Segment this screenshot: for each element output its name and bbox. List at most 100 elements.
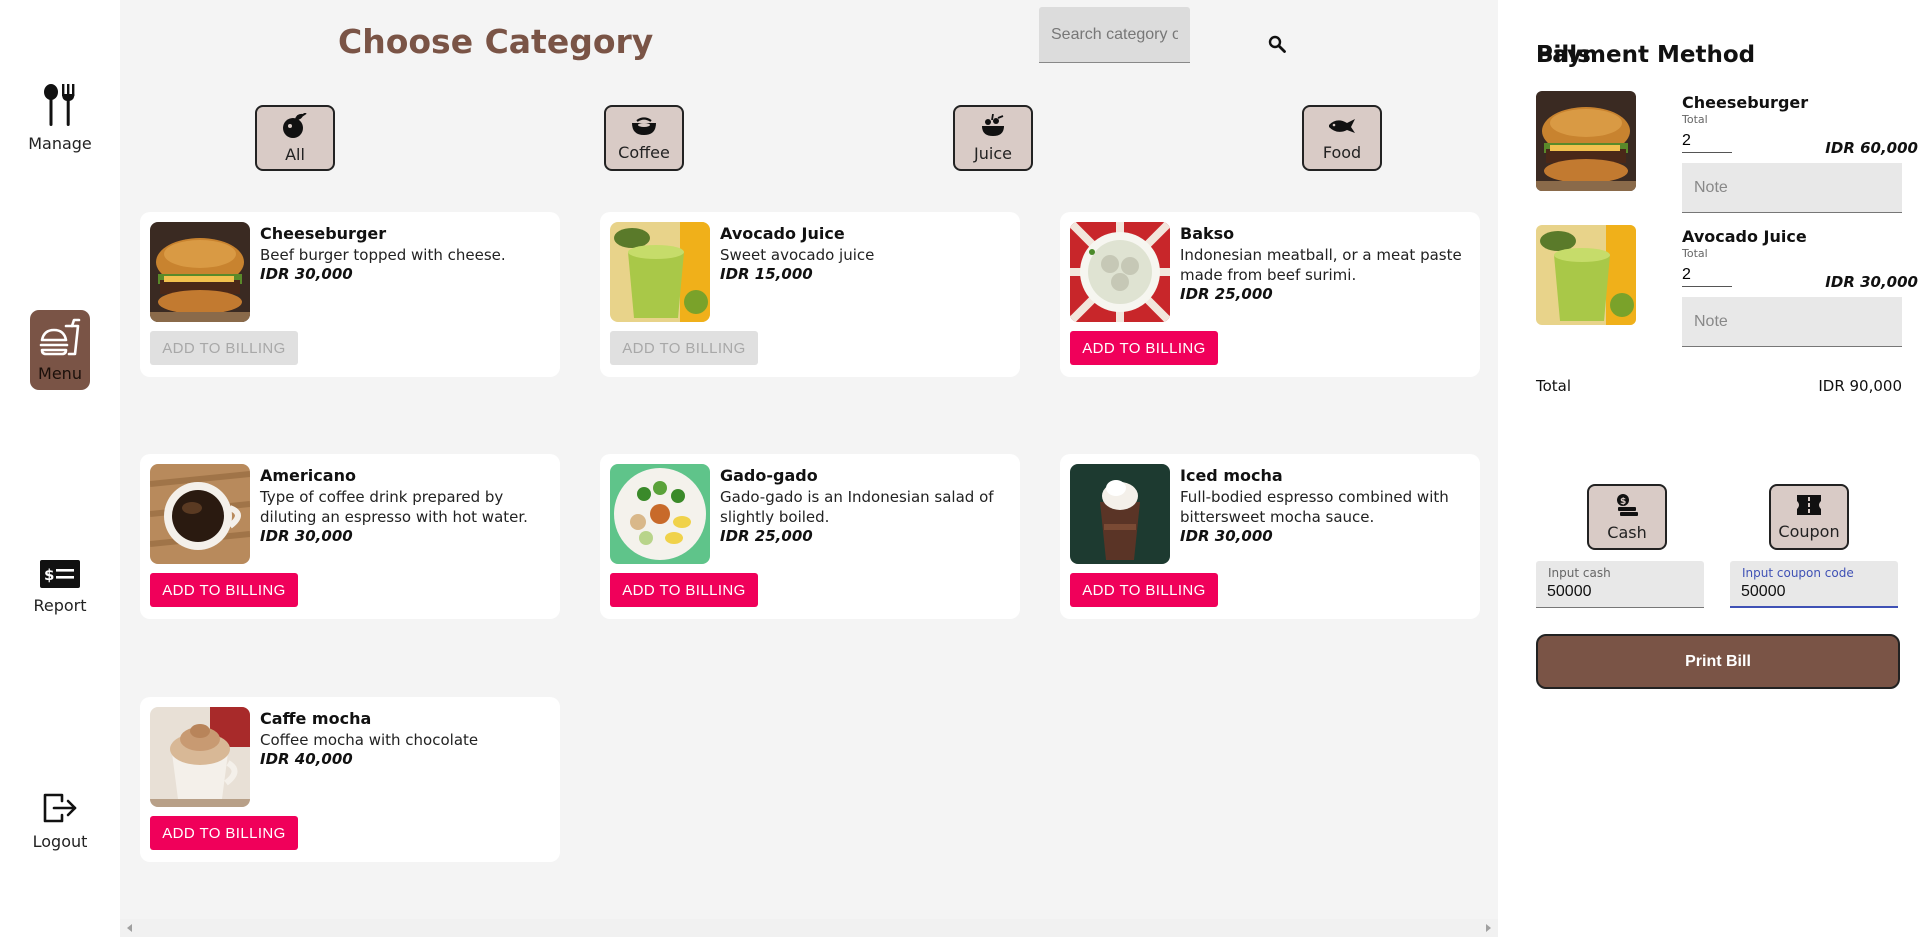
juice-icon <box>979 113 1007 142</box>
category-food[interactable]: Food <box>1302 105 1382 171</box>
search-input[interactable] <box>1039 7 1190 63</box>
food-icon <box>1327 115 1357 141</box>
bill-total-value: IDR 90,000 <box>1818 377 1902 395</box>
payment-cash-button[interactable]: $ Cash <box>1587 484 1667 550</box>
menu-area: Choose Category All Coffee Juice <box>120 0 1498 937</box>
pos-app: Manage Menu $ Report Logout Choose Categ… <box>0 0 1922 937</box>
cash-icon: $ <box>1614 493 1640 521</box>
category-label: Juice <box>974 143 1012 163</box>
menu-image <box>610 222 710 322</box>
menu-name: Bakso <box>1180 224 1235 243</box>
coupon-input[interactable] <box>1741 581 1891 603</box>
bill-item-qty-input[interactable] <box>1682 263 1732 287</box>
bill-item-name: Avocado Juice <box>1682 227 1807 246</box>
receipt-icon: $ <box>40 560 80 592</box>
menu-price: IDR 15,000 <box>720 265 813 283</box>
payment-method-title: Payment Method <box>1536 42 1756 68</box>
bill-item-price: IDR 30,000 <box>1825 273 1918 291</box>
add-to-billing-button[interactable]: ADD TO BILLING <box>1070 573 1218 607</box>
cash-field-label: Input cash <box>1548 566 1611 580</box>
sidebar-item-label: Manage <box>28 134 92 153</box>
bill-item-note-input[interactable] <box>1682 297 1902 347</box>
bill-item-price: IDR 60,000 <box>1825 139 1918 157</box>
payment-method-label: Cash <box>1607 522 1647 542</box>
search-button[interactable] <box>1265 34 1289 58</box>
menu-name: Caffe mocha <box>260 709 372 728</box>
bill-item-image <box>1536 91 1636 191</box>
coupon-field-label: Input coupon code <box>1742 566 1854 580</box>
sidebar-item-label: Logout <box>32 832 88 851</box>
add-to-billing-button[interactable]: ADD TO BILLING <box>1070 331 1218 365</box>
svg-text:$: $ <box>1620 497 1626 507</box>
menu-card: Caffe mocha Coffee mocha with chocolate … <box>140 697 560 862</box>
bill-item: Cheeseburger Total IDR 60,000 <box>1536 91 1918 221</box>
menu-image <box>1070 222 1170 322</box>
cash-input[interactable] <box>1547 581 1697 603</box>
bill-item: Avocado Juice Total IDR 30,000 <box>1536 225 1918 355</box>
menu-card: Gado-gado Gado-gado is an Indonesian sal… <box>600 454 1020 619</box>
sidebar-item-report[interactable]: $ Report <box>0 560 120 615</box>
menu-price: IDR 30,000 <box>1180 527 1273 545</box>
add-to-billing-button[interactable]: ADD TO BILLING <box>150 816 298 850</box>
menu-description: Full-bodied espresso combined with bitte… <box>1180 488 1449 526</box>
category-coffee[interactable]: Coffee <box>604 105 684 171</box>
menu-price: IDR 25,000 <box>720 527 813 545</box>
cutlery-icon <box>42 84 78 130</box>
bill-item-qty-label: Total <box>1682 113 1708 126</box>
fastfood-icon <box>38 318 82 362</box>
menu-price: IDR 30,000 <box>260 527 353 545</box>
menu-description: Beef burger topped with cheese. <box>260 246 506 264</box>
menu-card: Americano Type of coffee drink prepared … <box>140 454 560 619</box>
payment-method-label: Coupon <box>1778 521 1840 541</box>
menu-description: Indonesian meatball, or a meat paste mad… <box>1180 246 1462 284</box>
bill-item-note-input[interactable] <box>1682 163 1902 213</box>
menu-image <box>150 222 250 322</box>
menu-description: Gado-gado is an Indonesian salad of slig… <box>720 488 994 526</box>
sidebar: Manage Menu $ Report Logout <box>0 0 120 937</box>
menu-image <box>1070 464 1170 564</box>
menu-description: Type of coffee drink prepared by dilutin… <box>260 488 528 526</box>
add-to-billing-button[interactable]: ADD TO BILLING <box>610 573 758 607</box>
category-label: Coffee <box>618 142 670 162</box>
sidebar-item-label: Report <box>33 596 87 615</box>
menu-description: Coffee mocha with chocolate <box>260 731 479 749</box>
bill-item-image <box>1536 225 1636 325</box>
all-icon <box>281 111 309 143</box>
coupon-field: Input coupon code <box>1730 561 1898 608</box>
bills-panel: Bills Cheeseburger Total IDR 60,000 Avoc… <box>1516 0 1922 937</box>
category-juice[interactable]: Juice <box>953 105 1033 171</box>
menu-card: Iced mocha Full-bodied espresso combined… <box>1060 454 1480 619</box>
category-label: Food <box>1322 142 1362 162</box>
cash-field: Input cash <box>1536 561 1704 608</box>
menu-price: IDR 25,000 <box>1180 285 1273 303</box>
sidebar-item-logout[interactable]: Logout <box>0 792 120 851</box>
sidebar-item-menu[interactable]: Menu <box>30 310 90 390</box>
sidebar-item-manage[interactable]: Manage <box>0 84 120 153</box>
add-to-billing-button[interactable]: ADD TO BILLING <box>150 331 298 365</box>
payment-coupon-button[interactable]: Coupon <box>1769 484 1849 550</box>
bill-total-label: Total <box>1536 377 1572 395</box>
menu-image <box>610 464 710 564</box>
bill-item-qty-label: Total <box>1682 247 1708 260</box>
logout-icon <box>42 792 78 828</box>
menu-name: Avocado Juice <box>720 224 845 243</box>
menu-description: Sweet avocado juice <box>720 246 875 264</box>
add-to-billing-button[interactable]: ADD TO BILLING <box>610 331 758 365</box>
bill-item-qty-input[interactable] <box>1682 129 1732 153</box>
menu-card: Cheeseburger Beef burger topped with che… <box>140 212 560 377</box>
menu-name: Cheeseburger <box>260 224 387 243</box>
print-bill-button[interactable]: Print Bill <box>1536 634 1900 689</box>
category-label: All <box>285 144 305 164</box>
bill-item-name: Cheeseburger <box>1682 93 1809 112</box>
category-all[interactable]: All <box>255 105 335 171</box>
svg-text:$: $ <box>44 566 54 584</box>
search-icon <box>1268 35 1286 57</box>
menu-image <box>150 707 250 807</box>
menu-name: Gado-gado <box>720 466 818 485</box>
menu-price: IDR 40,000 <box>260 750 353 768</box>
add-to-billing-button[interactable]: ADD TO BILLING <box>150 573 298 607</box>
menu-card: Avocado Juice Sweet avocado juice IDR 15… <box>600 212 1020 377</box>
horizontal-scrollbar[interactable] <box>120 919 1498 937</box>
sidebar-item-label: Menu <box>38 363 82 383</box>
menu-card: Bakso Indonesian meatball, or a meat pas… <box>1060 212 1480 377</box>
